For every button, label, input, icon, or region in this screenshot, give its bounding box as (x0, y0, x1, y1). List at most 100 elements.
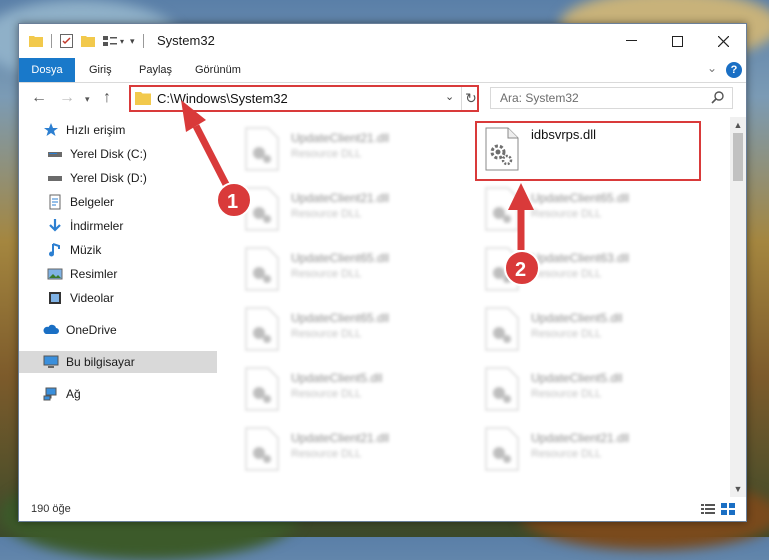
address-row: ← → ▾ ↑ C:\Windows\System32 ⌄ ↻ Ara: Sys… (19, 83, 746, 115)
up-button[interactable]: ↑ (103, 89, 111, 107)
folder-icon (135, 92, 151, 105)
file-type: Resource DLL (531, 388, 602, 400)
nav-item-label: Videolar (70, 291, 114, 305)
file-tile[interactable]: UpdateClient21.dll Resource DLL (239, 423, 461, 479)
recent-locations-button[interactable]: ▾ (85, 94, 90, 105)
ribbon-tabs: Dosya Giriş Paylaş Görünüm ⌄ ? (19, 58, 746, 83)
nav-item-label: İndirmeler (70, 219, 124, 233)
dll-file-icon (485, 247, 519, 291)
properties-icon[interactable] (60, 34, 73, 48)
tab-home[interactable]: Giriş (89, 58, 112, 82)
file-tile[interactable]: UpdateClient5.dll Resource DLL (239, 363, 461, 419)
search-box[interactable]: Ara: System32 (490, 87, 733, 109)
cloud-icon (43, 324, 59, 334)
title-bar: ▾ ▾ System32 (19, 24, 746, 58)
nav-item-label: Yerel Disk (D:) (70, 171, 147, 185)
explorer-window: ▾ ▾ System32 Dosya Giriş Paylaş Görünüm … (18, 23, 747, 522)
file-name: UpdateClient65.dll (531, 191, 630, 205)
navigation-pane: Hızlı erişim Yerel Disk (C:) 📌 Yerel Dis… (19, 117, 237, 497)
dll-file-icon (485, 427, 519, 471)
file-name: UpdateClient65.dll (291, 311, 390, 325)
file-type: Resource DLL (291, 268, 362, 280)
music-icon (49, 243, 60, 257)
folder-icon (29, 36, 43, 47)
address-path: C:\Windows\System32 (157, 91, 288, 106)
file-name: UpdateClient21.dll (291, 431, 390, 445)
dll-file-icon (245, 127, 279, 171)
nav-item-label: Hızlı erişim (66, 123, 126, 137)
file-name: UpdateClient5.dll (531, 311, 623, 325)
arrow-right-icon: → (59, 89, 75, 106)
file-name: UpdateClient63.dll (531, 251, 630, 265)
nav-item-network[interactable]: Ağ (19, 383, 237, 405)
scroll-up-icon[interactable]: ▲ (730, 117, 746, 133)
file-tile[interactable]: UpdateClient21.dll Resource DLL (239, 123, 461, 179)
file-tile[interactable]: UpdateClient21.dll Resource DLL (479, 423, 701, 479)
file-list: UpdateClient21.dll Resource DLL UpdateCl… (217, 117, 729, 497)
scrollbar-thumb[interactable] (733, 133, 743, 181)
refresh-button[interactable]: ↻ (461, 87, 480, 110)
new-folder-icon[interactable] (81, 35, 95, 47)
vertical-scrollbar[interactable]: ▲ ▼ (730, 117, 746, 497)
nav-item-documents[interactable]: Belgeler 📌 (19, 191, 241, 213)
nav-item-label: Müzik (70, 243, 102, 257)
nav-item-this-pc[interactable]: Bu bilgisayar (19, 351, 237, 373)
file-name: UpdateClient21.dll (291, 191, 390, 205)
nav-item-downloads[interactable]: İndirmeler 📌 (19, 215, 241, 237)
file-tile[interactable]: UpdateClient5.dll Resource DLL (479, 303, 701, 359)
close-button[interactable] (700, 24, 746, 58)
nav-item-onedrive[interactable]: OneDrive (19, 319, 237, 341)
file-name: UpdateClient5.dll (291, 371, 383, 385)
nav-item-label: Resimler (70, 267, 118, 281)
tab-view[interactable]: Görünüm (195, 58, 241, 82)
dll-file-icon (245, 307, 279, 351)
back-button[interactable]: ← (31, 89, 47, 107)
file-type: Resource DLL (291, 328, 362, 340)
address-dropdown-icon[interactable]: ⌄ (445, 90, 454, 103)
nav-item-music[interactable]: Müzik 📌 (19, 239, 241, 261)
tab-file[interactable]: Dosya (19, 58, 75, 82)
file-tile[interactable]: UpdateClient65.dll Resource DLL (239, 243, 461, 299)
file-type: Resource DLL (291, 448, 362, 460)
file-tile[interactable]: UpdateClient65.dll Resource DLL (239, 303, 461, 359)
arrow-left-icon: ← (31, 89, 47, 106)
file-name: UpdateClient21.dll (531, 431, 630, 445)
help-button[interactable]: ? (726, 62, 742, 78)
nav-item-label: OneDrive (66, 323, 117, 337)
dll-file-icon (245, 367, 279, 411)
file-tile[interactable]: UpdateClient65.dll Resource DLL (479, 183, 701, 239)
nav-item-videos[interactable]: Videolar 📌 (19, 287, 241, 309)
computer-icon (43, 355, 59, 368)
nav-item-local-disk-d[interactable]: Yerel Disk (D:) 📌 (19, 167, 241, 189)
status-bar: 190 öğe (19, 498, 746, 521)
network-icon (43, 387, 57, 401)
tab-share[interactable]: Paylaş (139, 58, 172, 82)
divider (51, 34, 52, 48)
forward-button[interactable]: → (59, 89, 75, 107)
file-tile[interactable]: UpdateClient5.dll Resource DLL (479, 363, 701, 419)
nav-item-pictures[interactable]: Resimler 📌 (19, 263, 241, 285)
file-tile[interactable]: UpdateClient63.dll Resource DLL (479, 243, 701, 299)
chevron-down-icon[interactable]: ▾ (120, 37, 124, 46)
minimize-icon (625, 40, 637, 41)
drive-icon (48, 176, 62, 181)
nav-item-local-disk-c[interactable]: Yerel Disk (C:) 📌 (19, 143, 241, 165)
document-icon (49, 194, 61, 210)
search-input[interactable]: Ara: System32 (500, 91, 579, 105)
customize-icon[interactable] (103, 35, 117, 47)
maximize-button[interactable] (654, 24, 700, 58)
file-tile[interactable]: UpdateClient21.dll Resource DLL (239, 183, 461, 239)
details-view-icon[interactable] (701, 503, 715, 515)
tiles-view-icon[interactable] (721, 503, 735, 515)
video-icon (49, 292, 61, 304)
file-type: Resource DLL (291, 208, 362, 220)
minimize-button[interactable] (608, 24, 654, 58)
quick-access-toolbar: ▾ ▾ (29, 34, 152, 48)
qa-dropdown-icon[interactable]: ▾ (130, 36, 135, 47)
scroll-down-icon[interactable]: ▼ (730, 481, 746, 497)
file-type: Resource DLL (291, 148, 362, 160)
address-bar[interactable]: C:\Windows\System32 ⌄ ↻ (129, 85, 479, 112)
nav-item-quick-access[interactable]: Hızlı erişim (19, 119, 237, 141)
ribbon-expand-icon[interactable]: ⌄ (707, 61, 717, 75)
window-title: System32 (157, 33, 215, 48)
